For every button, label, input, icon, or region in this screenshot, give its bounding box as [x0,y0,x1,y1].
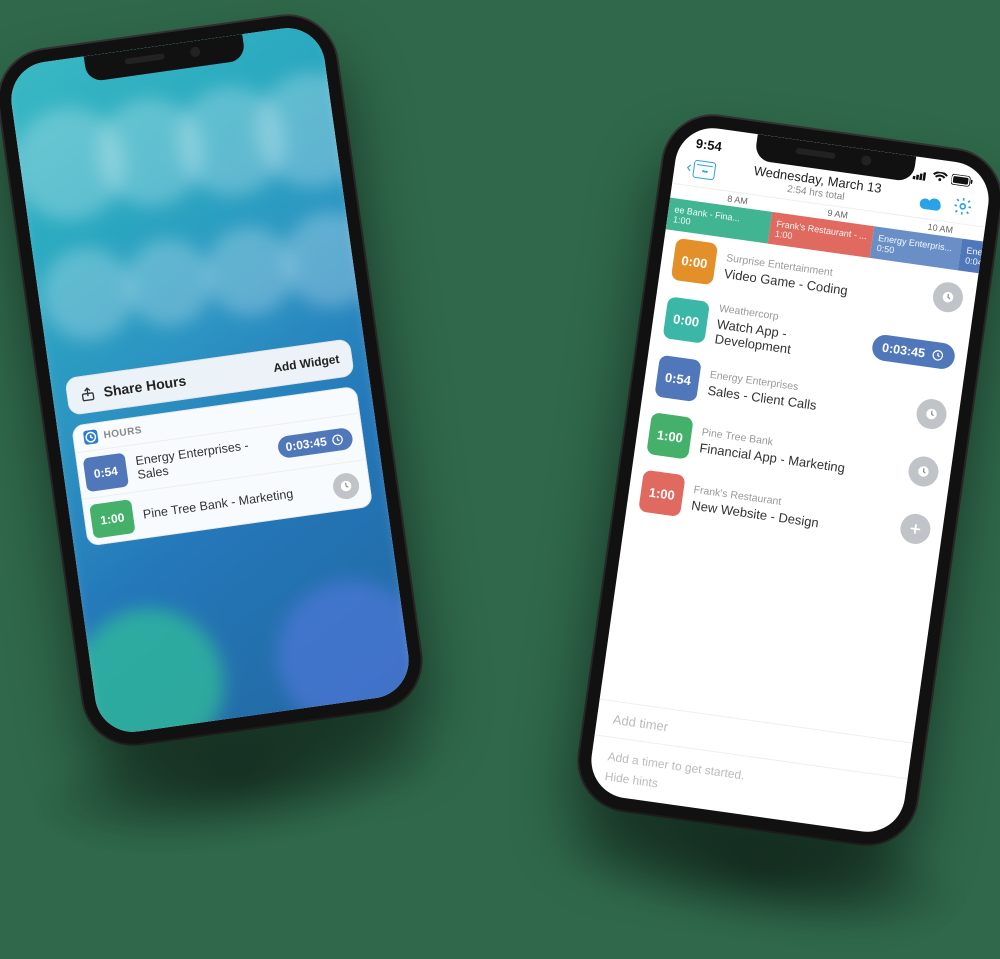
share-icon [79,385,97,403]
start-timer-button[interactable] [331,471,360,500]
add-entry-button[interactable] [898,512,932,546]
calendar-button[interactable]: ‹ [685,158,717,180]
duration-badge: 1:00 [638,470,685,517]
duration-badge: 0:00 [671,238,718,285]
duration-badge: 0:54 [654,355,701,402]
timeline-hour-label: 9 AM [827,208,849,221]
timer-label: Pine Tree Bank - Marketing [142,482,324,521]
signal-icon [912,169,929,181]
start-timer-button[interactable] [931,280,965,314]
duration-badge: 0:54 [83,453,129,493]
running-timer-pill[interactable]: 0:03:45 [871,333,957,370]
start-timer-button[interactable] [915,397,949,431]
timer-list: 0:00 Surprise Entertainment Video Game -… [600,228,979,742]
timeline-hour-label: 8 AM [727,194,749,207]
hours-app-icon [83,429,99,445]
settings-button[interactable] [948,191,977,220]
share-hours-label: Share Hours [103,372,188,399]
battery-icon [951,174,974,188]
status-time: 9:54 [695,136,723,154]
start-timer-button[interactable] [907,455,941,489]
cloud-sync-button[interactable] [916,187,945,216]
add-widget-button[interactable]: Add Widget [272,352,340,375]
widget-title: HOURS [103,425,143,441]
duration-badge: 1:00 [89,499,135,539]
calendar-icon [693,159,717,180]
gear-icon [952,195,975,218]
timeline-segment[interactable]: Energ...0:04 [958,239,983,274]
phone-widget-mockup: Share Hours Add Widget HOURS 0:54 Energy… [0,10,427,751]
running-timer-pill[interactable]: 0:03:45 [276,427,354,459]
wifi-icon [932,171,948,184]
phone-app-mockup: 9:54 ‹ Wednesday, March 13 2:54 hrs tota… [573,110,1000,851]
timeline-hour-label: 10 AM [927,222,954,235]
duration-badge: 1:00 [646,412,693,459]
duration-badge: 0:00 [663,296,710,343]
